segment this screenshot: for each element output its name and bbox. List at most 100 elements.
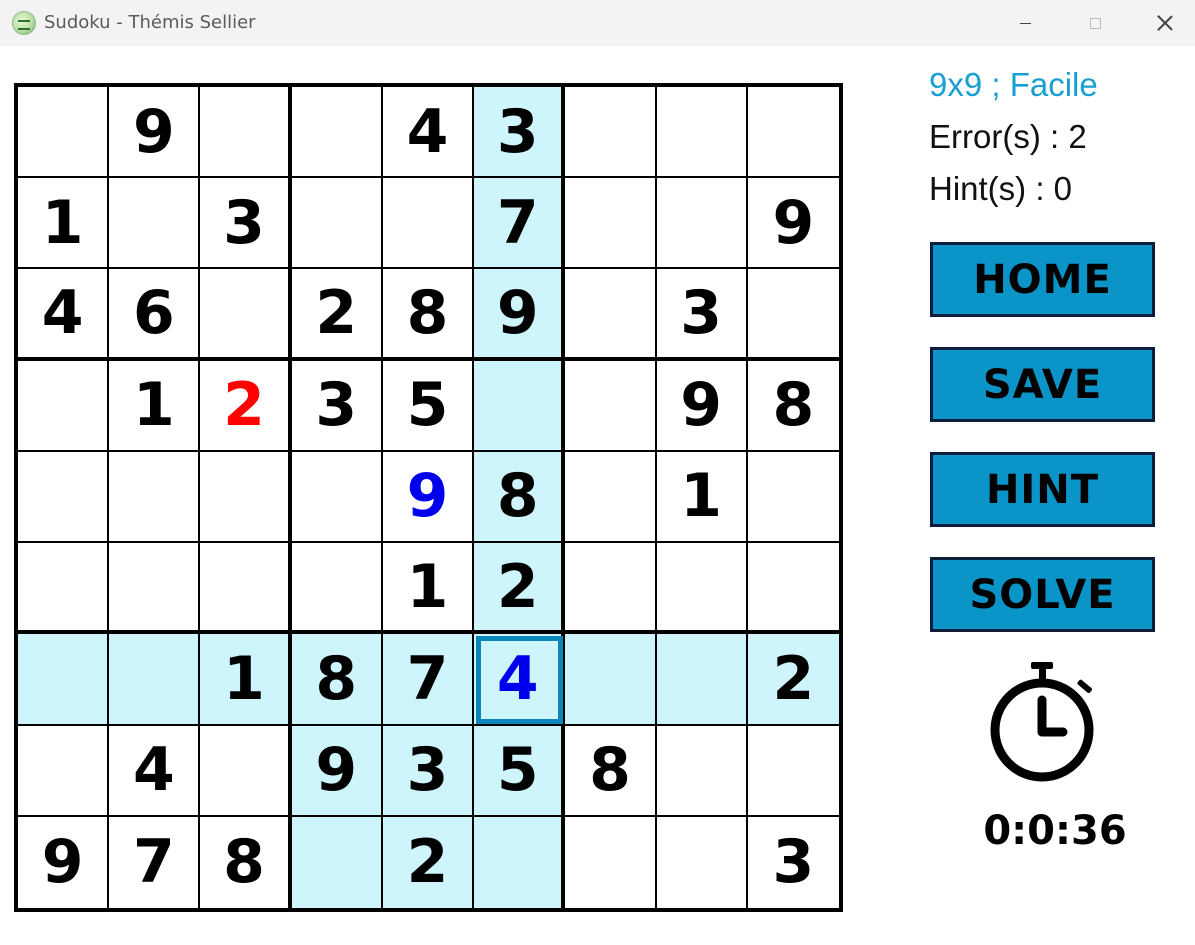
- sudoku-cell[interactable]: 1: [656, 451, 748, 544]
- sudoku-cell[interactable]: 9: [382, 451, 475, 544]
- sudoku-cell[interactable]: 4: [382, 87, 475, 179]
- sudoku-cell[interactable]: [109, 543, 201, 635]
- sudoku-cell[interactable]: [18, 360, 110, 452]
- sudoku-cell[interactable]: 4: [109, 725, 201, 817]
- sudoku-cell[interactable]: [18, 87, 110, 179]
- sudoku-cell[interactable]: [109, 451, 201, 544]
- sudoku-cell[interactable]: 6: [109, 269, 201, 361]
- sudoku-cell[interactable]: [747, 725, 839, 817]
- minimize-icon: [1019, 22, 1031, 24]
- sudoku-cell[interactable]: 7: [109, 816, 201, 908]
- sudoku-cell[interactable]: 9: [656, 360, 748, 452]
- sudoku-cell[interactable]: [565, 360, 657, 452]
- sudoku-cell[interactable]: 1: [382, 543, 475, 635]
- sudoku-cell[interactable]: [291, 543, 383, 635]
- maximize-button[interactable]: [1060, 0, 1130, 46]
- sudoku-cell[interactable]: 9: [474, 269, 566, 361]
- sudoku-cell[interactable]: [18, 543, 110, 635]
- close-button[interactable]: [1130, 0, 1195, 46]
- sudoku-cell[interactable]: [747, 543, 839, 635]
- sudoku-cell[interactable]: [565, 816, 657, 908]
- minimize-button[interactable]: [990, 0, 1060, 46]
- title-bar[interactable]: Sudoku - Thémis Sellier: [0, 0, 1195, 46]
- sudoku-cell[interactable]: 2: [474, 543, 566, 635]
- sudoku-cell[interactable]: 2: [200, 360, 292, 452]
- sudoku-app-icon: [12, 11, 36, 35]
- sudoku-cell[interactable]: 8: [200, 816, 292, 908]
- sudoku-cell[interactable]: 3: [382, 725, 475, 817]
- home-button[interactable]: HOME: [930, 242, 1155, 317]
- save-button[interactable]: SAVE: [930, 347, 1155, 422]
- sudoku-cell[interactable]: [656, 634, 748, 726]
- sudoku-cell[interactable]: [565, 87, 657, 179]
- sudoku-cell[interactable]: 8: [565, 725, 657, 817]
- hint-button[interactable]: HINT: [930, 452, 1155, 527]
- sudoku-cell[interactable]: 8: [474, 451, 566, 544]
- sudoku-cell[interactable]: 8: [747, 360, 839, 452]
- sudoku-cell[interactable]: [18, 634, 110, 726]
- sudoku-cell[interactable]: 8: [291, 634, 383, 726]
- sudoku-cell[interactable]: 4: [18, 269, 110, 361]
- sudoku-cell[interactable]: 9: [291, 725, 383, 817]
- sudoku-cell[interactable]: 1: [18, 178, 110, 270]
- sudoku-cell[interactable]: [747, 269, 839, 361]
- sudoku-cell[interactable]: 4: [474, 634, 566, 726]
- sudoku-cell[interactable]: [474, 360, 566, 452]
- sudoku-cell[interactable]: [656, 816, 748, 908]
- sudoku-cell[interactable]: [109, 178, 201, 270]
- sudoku-cell[interactable]: 9: [747, 178, 839, 270]
- close-icon: [1157, 15, 1173, 31]
- sudoku-cell[interactable]: [565, 178, 657, 270]
- game-mode-label: 9x9 ; Facile: [929, 66, 1098, 103]
- sudoku-cell[interactable]: 9: [18, 816, 110, 908]
- sudoku-board: 943137946289312359898112187424935897823: [14, 83, 843, 912]
- sudoku-cell[interactable]: 9: [109, 87, 201, 179]
- sudoku-cell[interactable]: 2: [382, 816, 475, 908]
- sudoku-cell[interactable]: [200, 725, 292, 817]
- sudoku-cell[interactable]: [747, 451, 839, 544]
- sudoku-cell[interactable]: [565, 543, 657, 635]
- sudoku-cell[interactable]: 8: [382, 269, 475, 361]
- sudoku-cell[interactable]: [200, 87, 292, 179]
- sudoku-cell[interactable]: 7: [474, 178, 566, 270]
- sudoku-cell[interactable]: 3: [200, 178, 292, 270]
- sudoku-cell[interactable]: 2: [291, 269, 383, 361]
- sudoku-cell[interactable]: 3: [474, 87, 566, 179]
- sudoku-cell[interactable]: [565, 269, 657, 361]
- sudoku-cell[interactable]: 1: [200, 634, 292, 726]
- elapsed-time: 0:0:36: [983, 808, 1127, 854]
- sudoku-cell[interactable]: [18, 451, 110, 544]
- sudoku-cell[interactable]: [291, 816, 383, 908]
- hint-count: Hint(s) : 0: [929, 170, 1073, 207]
- sudoku-cell[interactable]: [656, 725, 748, 817]
- sudoku-cell[interactable]: [200, 269, 292, 361]
- sudoku-cell[interactable]: [291, 87, 383, 179]
- sudoku-cell[interactable]: 3: [747, 816, 839, 908]
- sudoku-cell[interactable]: [656, 178, 748, 270]
- sudoku-cell[interactable]: [200, 543, 292, 635]
- window-title: Sudoku - Thémis Sellier: [44, 12, 256, 33]
- solve-button[interactable]: SOLVE: [930, 557, 1155, 632]
- sudoku-cell[interactable]: [474, 816, 566, 908]
- sudoku-cell[interactable]: [565, 451, 657, 544]
- sudoku-cell[interactable]: [291, 178, 383, 270]
- sudoku-cell[interactable]: [382, 178, 475, 270]
- sudoku-cell[interactable]: [656, 87, 748, 179]
- sudoku-cell[interactable]: [109, 634, 201, 726]
- sudoku-cell[interactable]: [565, 634, 657, 726]
- sudoku-cell[interactable]: 1: [109, 360, 201, 452]
- app-window: Sudoku - Thémis Sellier 9431379462893123…: [0, 0, 1195, 945]
- sudoku-cell[interactable]: 2: [747, 634, 839, 726]
- error-count: Error(s) : 2: [929, 118, 1087, 155]
- sudoku-cell[interactable]: 7: [382, 634, 475, 726]
- sudoku-cell[interactable]: 3: [291, 360, 383, 452]
- sudoku-cell[interactable]: [18, 725, 110, 817]
- sudoku-cell[interactable]: [200, 451, 292, 544]
- maximize-icon: [1089, 17, 1101, 29]
- sudoku-cell[interactable]: [656, 543, 748, 635]
- sudoku-cell[interactable]: 5: [474, 725, 566, 817]
- sudoku-cell[interactable]: 3: [656, 269, 748, 361]
- sudoku-cell[interactable]: 5: [382, 360, 475, 452]
- sudoku-cell[interactable]: [747, 87, 839, 179]
- sudoku-cell[interactable]: [291, 451, 383, 544]
